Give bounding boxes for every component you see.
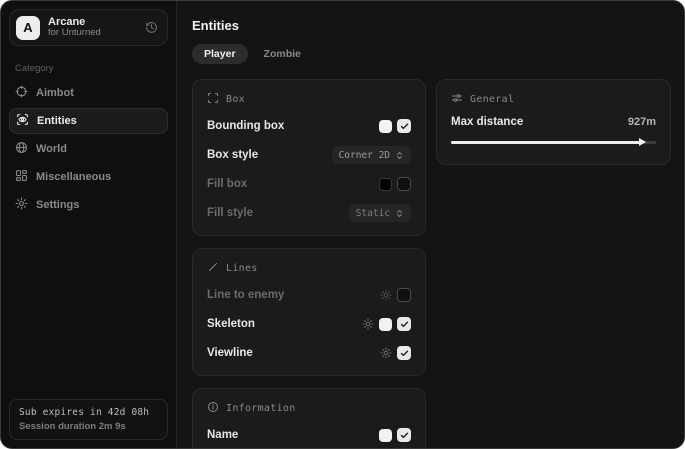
brand-subtitle: for Unturned (48, 28, 145, 39)
panel-title: General (470, 94, 514, 105)
line-to-enemy-checkbox[interactable] (397, 288, 411, 302)
bounding-box-row: Bounding box (207, 116, 411, 136)
entity-tabs: Player Zombie (192, 44, 671, 64)
skeleton-checkbox[interactable] (397, 317, 411, 331)
brand-card: A Arcane for Unturned (9, 9, 168, 46)
sidebar-item-world[interactable]: World (1, 135, 176, 163)
layout-grid-icon (15, 169, 28, 185)
color-swatch[interactable] (379, 318, 392, 331)
category-label: Category (15, 63, 162, 74)
check-icon (400, 320, 409, 329)
settings-gear-icon[interactable] (380, 289, 392, 301)
name-checkbox[interactable] (397, 428, 411, 442)
sub-expires-text: Sub expires in 42d 08h (19, 407, 158, 418)
box-style-dropdown[interactable]: Corner 2D (332, 146, 411, 164)
row-label: Name (207, 429, 238, 441)
bounding-box-checkbox[interactable] (397, 119, 411, 133)
viewline-checkbox[interactable] (397, 346, 411, 360)
row-label: Fill style (207, 207, 253, 219)
sliders-icon (451, 92, 463, 107)
settings-gear-icon[interactable] (380, 347, 392, 359)
panel-title: Information (226, 403, 296, 414)
diagonal-line-icon (207, 261, 219, 276)
box-style-row: Box style Corner 2D (207, 145, 411, 165)
fill-box-row: Fill box (207, 174, 411, 194)
info-icon (207, 401, 219, 416)
slider-thumb[interactable] (639, 138, 646, 146)
row-label: Bounding box (207, 120, 284, 132)
gear-icon (15, 197, 28, 213)
max-distance-slider[interactable] (451, 138, 656, 146)
fill-style-dropdown[interactable]: Static (349, 204, 411, 222)
settings-gear-icon[interactable] (362, 318, 374, 330)
sidebar-item-label: Aimbot (36, 87, 74, 99)
information-panel: Information Name Distance (192, 388, 426, 448)
scan-eye-icon (16, 113, 29, 129)
check-icon (400, 349, 409, 358)
sidebar-item-label: Entities (37, 115, 77, 127)
tab-player[interactable]: Player (192, 44, 248, 64)
crosshair-icon (15, 85, 28, 101)
sidebar: A Arcane for Unturned Category Aimbot (1, 1, 177, 448)
row-label: Skeleton (207, 318, 255, 330)
history-icon[interactable] (145, 21, 158, 34)
box-panel: Box Bounding box Box style (192, 79, 426, 236)
panel-title: Box (226, 94, 245, 105)
lines-panel: Lines Line to enemy Skeleton (192, 248, 426, 376)
main-content: Entities Player Zombie Box Bounding box (177, 1, 684, 448)
sidebar-item-aimbot[interactable]: Aimbot (1, 79, 176, 107)
chevrons-up-down-icon (395, 209, 404, 218)
max-distance-row: Max distance 927m (451, 116, 656, 128)
fill-style-row: Fill style Static (207, 203, 411, 223)
row-label: Fill box (207, 178, 247, 190)
row-label: Line to enemy (207, 289, 284, 301)
fill-box-checkbox[interactable] (397, 177, 411, 191)
arcane-window: A Arcane for Unturned Category Aimbot (0, 0, 685, 449)
general-panel: General Max distance 927m (436, 79, 671, 165)
check-icon (400, 122, 409, 131)
page-title: Entities (192, 18, 671, 33)
scan-icon (207, 92, 219, 107)
color-swatch[interactable] (379, 429, 392, 442)
tab-zombie[interactable]: Zombie (252, 44, 313, 64)
sidebar-nav: Aimbot Entities World Miscellaneous (1, 79, 176, 219)
chevrons-up-down-icon (395, 151, 404, 160)
name-row: Name (207, 425, 411, 445)
slider-fill (451, 141, 641, 144)
sidebar-item-miscellaneous[interactable]: Miscellaneous (1, 163, 176, 191)
panel-title: Lines (226, 263, 258, 274)
row-label: Max distance (451, 116, 523, 128)
line-to-enemy-row: Line to enemy (207, 285, 411, 305)
viewline-row: Viewline (207, 343, 411, 363)
subscription-info: Sub expires in 42d 08h Session duration … (9, 399, 168, 440)
session-duration-text: Session duration 2m 9s (19, 421, 158, 432)
color-swatch[interactable] (379, 120, 392, 133)
row-label: Box style (207, 149, 258, 161)
skeleton-row: Skeleton (207, 314, 411, 334)
sidebar-item-settings[interactable]: Settings (1, 191, 176, 219)
sidebar-item-label: Settings (36, 199, 79, 211)
check-icon (400, 431, 409, 440)
arcane-logo: A (16, 16, 40, 40)
max-distance-value: 927m (628, 116, 656, 128)
row-label: Viewline (207, 347, 253, 359)
sidebar-item-label: World (36, 143, 67, 155)
sidebar-item-entities[interactable]: Entities (9, 108, 168, 134)
sidebar-item-label: Miscellaneous (36, 171, 111, 183)
color-swatch[interactable] (379, 178, 392, 191)
globe-icon (15, 141, 28, 157)
